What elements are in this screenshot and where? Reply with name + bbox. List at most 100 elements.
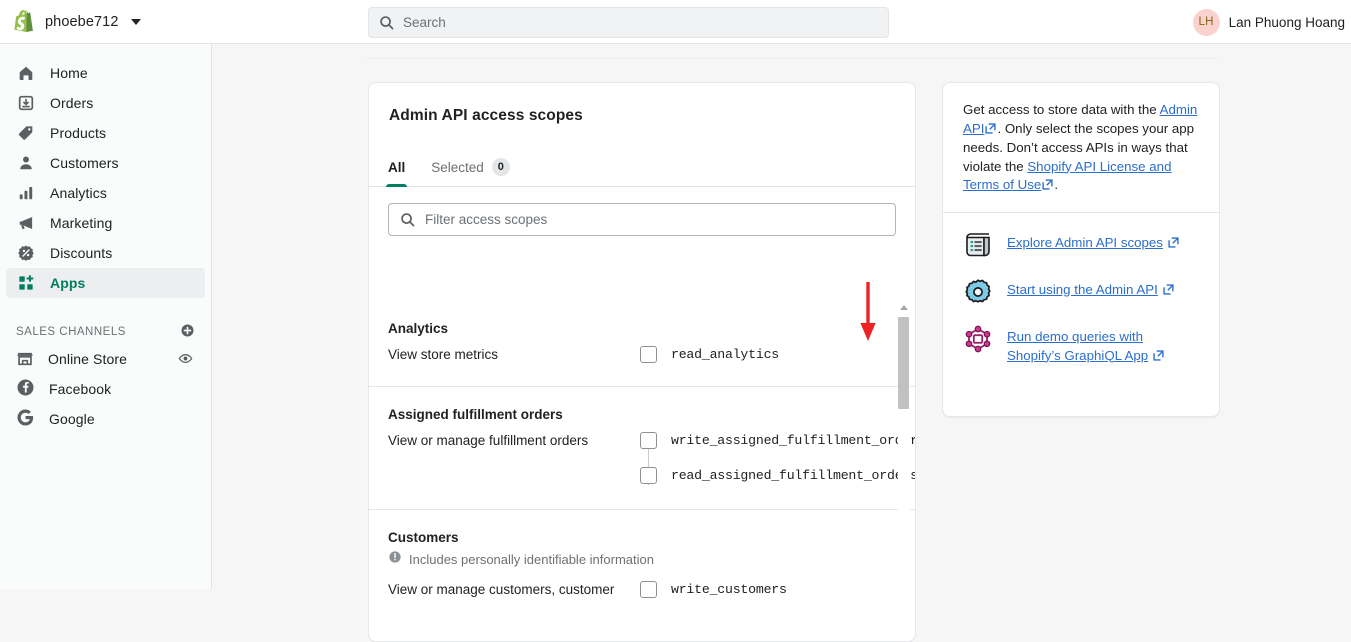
scope-group-analytics: Analytics View store metrics read_analyt…	[369, 301, 915, 386]
scope-group-assigned-fulfillment-orders: Assigned fulfillment orders View or mana…	[369, 386, 916, 509]
facebook-icon	[16, 378, 35, 400]
megaphone-icon	[16, 213, 36, 233]
scope-row[interactable]: read_analytics	[640, 345, 898, 364]
sidebar-item-online-store[interactable]: Online Store	[6, 344, 205, 374]
search-icon	[401, 213, 415, 227]
filter-section: Filter access scopes	[369, 187, 915, 236]
explore-admin-api-scopes-row[interactable]: Explore Admin API scopes	[963, 230, 1199, 260]
start-using-admin-api-row[interactable]: Start using the Admin API	[963, 277, 1199, 307]
scope-row[interactable]: write_customers	[640, 580, 898, 599]
sidebar-item-analytics[interactable]: Analytics	[6, 178, 205, 208]
pii-notice: Includes personally identifiable informa…	[388, 550, 898, 569]
scope-list-scrollbar[interactable]	[898, 305, 910, 641]
checkbox-read-assigned-fulfillment-orders[interactable]	[640, 467, 657, 484]
sidebar-item-discounts[interactable]: Discounts	[6, 238, 205, 268]
scope-group-customers: Customers Includes personally identifiab…	[369, 509, 915, 623]
sidebar-item-apps[interactable]: Apps	[6, 268, 205, 298]
info-text-1: Get access to store data with the	[963, 102, 1160, 117]
external-link-icon	[1168, 234, 1179, 253]
user-menu[interactable]: LH Lan Phuong Hoang	[1192, 0, 1351, 44]
scroll-document-icon	[963, 230, 993, 260]
tab-all[interactable]: All	[375, 148, 418, 187]
sidebar-item-label: Orders	[50, 95, 94, 111]
eye-icon[interactable]	[178, 351, 193, 369]
top-bar: phoebe712 Search LH Lan Phuong Hoang	[0, 0, 1351, 44]
scope-tabs: All Selected 0	[369, 148, 915, 187]
bar-chart-icon	[16, 183, 36, 203]
graphiql-demo-queries-row[interactable]: Run demo queries with Shopify’s GraphiQL…	[963, 324, 1199, 366]
scope-row[interactable]: read_assigned_fulfillment_orders	[640, 466, 916, 485]
graphiql-molecule-icon	[963, 324, 993, 354]
filter-scopes-input[interactable]: Filter access scopes	[388, 203, 896, 236]
scope-group-description: View store metrics	[388, 347, 499, 362]
pii-text: Includes personally identifiable informa…	[409, 552, 654, 567]
store-icon	[16, 349, 34, 370]
sidebar-item-google[interactable]: Google	[6, 404, 205, 434]
sidebar-item-facebook[interactable]: Facebook	[6, 374, 205, 404]
scope-name: read_assigned_fulfillment_orders	[671, 468, 916, 483]
google-icon	[16, 408, 35, 430]
tab-selected[interactable]: Selected 0	[418, 148, 523, 186]
scope-name: read_analytics	[671, 347, 779, 362]
global-search-placeholder: Search	[403, 15, 446, 30]
graphiql-demo-queries-link[interactable]: Run demo queries with Shopify’s GraphiQL…	[1007, 329, 1148, 363]
chevron-down-icon[interactable]	[131, 18, 142, 25]
scope-group-description: View or manage fulfillment orders	[388, 433, 589, 448]
sidebar-item-label: Online Store	[48, 351, 128, 367]
plus-circle-icon[interactable]	[180, 323, 195, 341]
scope-group-title: Assigned fulfillment orders	[388, 407, 563, 422]
tab-label: All	[388, 159, 406, 175]
discount-icon	[16, 243, 36, 263]
sidebar-item-label: Facebook	[49, 381, 112, 397]
sidebar-item-label: Analytics	[50, 185, 107, 201]
store-switcher[interactable]: phoebe712	[0, 0, 215, 43]
gear-icon	[963, 277, 993, 307]
scope-name: write_assigned_fulfillment_orders	[671, 433, 916, 448]
checkbox-read-analytics[interactable]	[640, 346, 657, 363]
external-link-icon	[1162, 281, 1174, 300]
scrollbar-thumb[interactable]	[898, 317, 909, 409]
sidebar-item-label: Products	[50, 125, 107, 141]
global-search-input[interactable]: Search	[368, 7, 889, 38]
scroll-up-arrow-icon[interactable]	[900, 305, 908, 310]
info-paragraph: Get access to store data with the Admin …	[963, 101, 1199, 196]
scope-group-description: View or manage customers, customer	[388, 582, 615, 597]
sidebar-item-label: Discounts	[50, 245, 113, 261]
info-text-3: .	[1054, 177, 1059, 192]
store-name: phoebe712	[45, 13, 119, 30]
avatar: LH	[1192, 8, 1220, 36]
checkbox-write-customers[interactable]	[640, 581, 657, 598]
sidebar-item-customers[interactable]: Customers	[6, 148, 205, 178]
sidebar-item-products[interactable]: Products	[6, 118, 205, 148]
external-link-icon	[1153, 347, 1164, 366]
info-circle-icon	[388, 550, 402, 569]
scope-list[interactable]: Analytics View store metrics read_analyt…	[369, 301, 916, 641]
top-divider	[367, 58, 1217, 59]
link-text-wrap: Start using the Admin API	[1007, 277, 1175, 300]
sidebar-item-label: Home	[50, 65, 88, 81]
apps-grid-icon	[16, 273, 36, 293]
external-link-icon	[1042, 177, 1053, 196]
start-using-admin-api-link[interactable]: Start using the Admin API	[1007, 282, 1158, 297]
page-title: Admin API access scopes	[389, 107, 583, 124]
scope-row[interactable]: write_assigned_fulfillment_orders	[640, 431, 916, 450]
sidebar-item-label: Apps	[50, 275, 86, 291]
main-content: Admin API access scopes All Selected 0 F…	[212, 44, 1351, 642]
link-text-wrap: Run demo queries with Shopify’s GraphiQL…	[1007, 324, 1199, 366]
admin-api-scopes-card: Admin API access scopes All Selected 0 F…	[368, 82, 916, 642]
filter-placeholder: Filter access scopes	[425, 212, 548, 227]
search-icon	[380, 16, 394, 30]
scope-group-title: Customers	[388, 530, 459, 545]
sidebar-item-home[interactable]: Home	[6, 58, 205, 88]
sidebar-item-marketing[interactable]: Marketing	[6, 208, 205, 238]
sidebar-item-orders[interactable]: Orders	[6, 88, 205, 118]
checkbox-write-assigned-fulfillment-orders[interactable]	[640, 432, 657, 449]
scope-name: write_customers	[671, 582, 787, 597]
admin-api-info-panel: Get access to store data with the Admin …	[942, 82, 1220, 417]
panel-divider	[943, 211, 1219, 213]
sidebar: Home Orders Products Customers Analytics…	[0, 44, 212, 589]
external-link-icon	[985, 121, 997, 140]
scope-group-title: Analytics	[388, 321, 449, 336]
explore-admin-api-scopes-link[interactable]: Explore Admin API scopes	[1007, 235, 1163, 250]
sales-channels-header: SALES CHANNELS	[0, 320, 211, 344]
